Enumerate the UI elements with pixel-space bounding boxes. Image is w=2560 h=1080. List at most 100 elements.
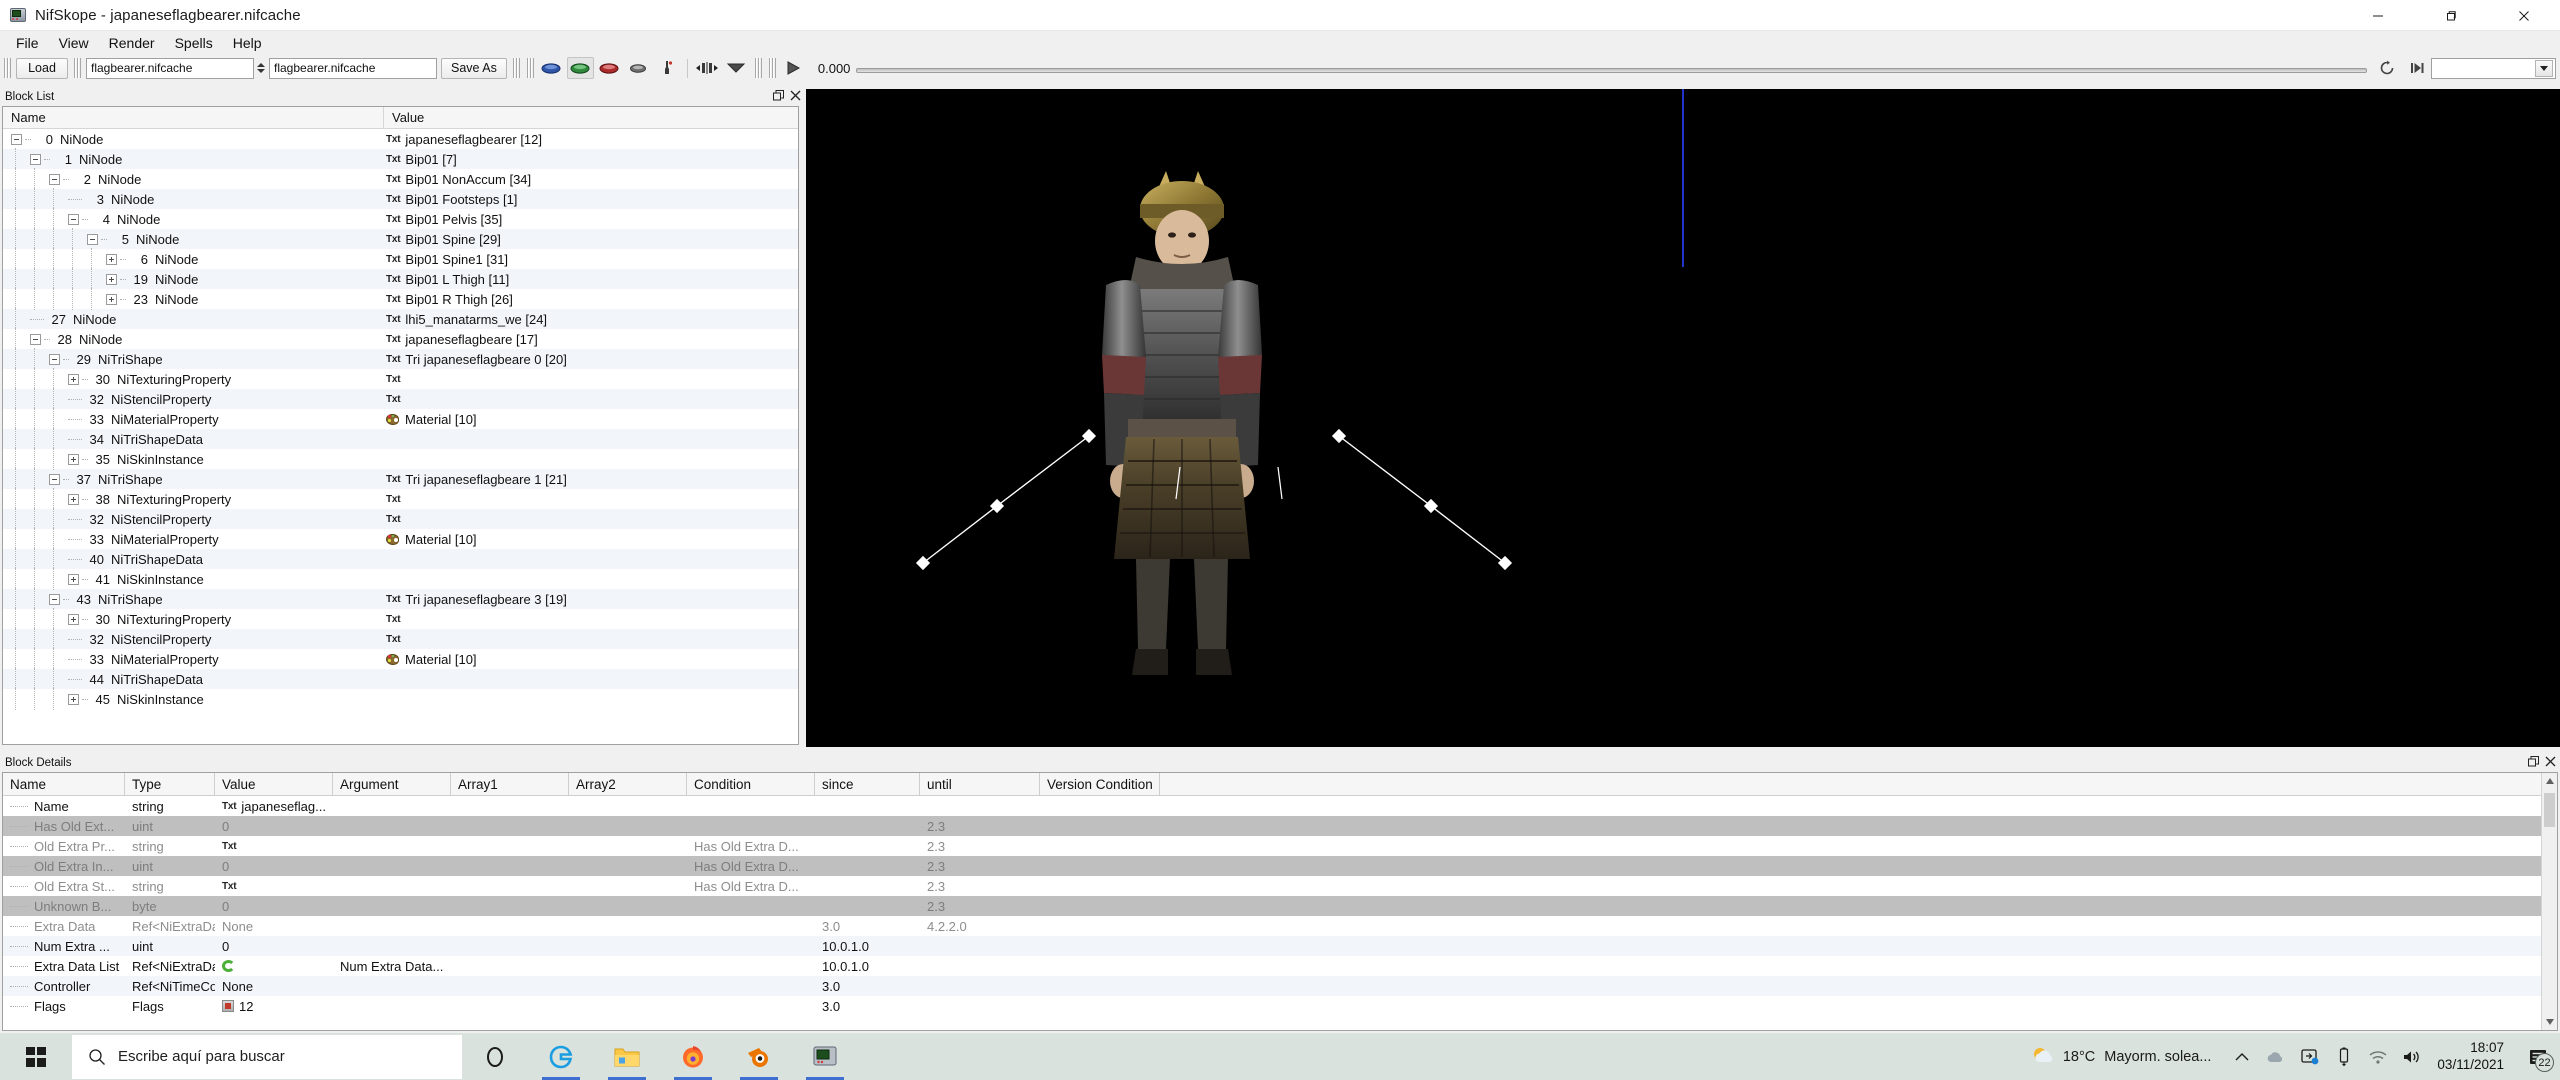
expand-icon[interactable]: [68, 453, 79, 465]
details-row[interactable]: Old Extra St... string Txt Has Old Extra D.…: [3, 876, 2557, 896]
expand-icon[interactable]: [106, 273, 117, 285]
block-list-row[interactable]: 33 NiMaterialProperty Material [10]: [3, 648, 798, 670]
flags-icon[interactable]: [222, 1000, 234, 1012]
block-list-row[interactable]: 35 NiSkinInstance: [3, 448, 798, 470]
block-list-row[interactable]: 33 NiMaterialProperty Material [10]: [3, 408, 798, 430]
block-list-row[interactable]: 32 NiStencilProperty Txt: [3, 508, 798, 530]
block-list-row[interactable]: 32 NiStencilProperty Txt: [3, 388, 798, 410]
cortana-icon[interactable]: [462, 1033, 528, 1080]
scrollbar-thumb[interactable]: [2544, 793, 2555, 827]
refresh-icon[interactable]: [222, 960, 235, 972]
float-panel-icon[interactable]: [773, 90, 784, 101]
volume-icon[interactable]: [2395, 1033, 2429, 1080]
details-col-name[interactable]: Name: [3, 773, 125, 795]
details-row[interactable]: Extra Data Ref<NiExtraDat... None 3.0 4.2.2.…: [3, 916, 2557, 936]
menu-item-view[interactable]: View: [49, 33, 99, 53]
collapse-icon[interactable]: [11, 133, 22, 145]
next-frame-icon[interactable]: [2403, 57, 2430, 79]
collapse-icon[interactable]: [49, 173, 60, 185]
details-row[interactable]: Old Extra In... uint 0 Has Old Extra D... 2.…: [3, 856, 2557, 876]
menu-item-render[interactable]: Render: [99, 33, 165, 53]
toolbar-grip-4[interactable]: [525, 58, 534, 78]
collapse-icon[interactable]: [49, 593, 60, 605]
toolbar-grip-3[interactable]: [511, 58, 520, 78]
expand-icon[interactable]: [68, 573, 79, 585]
details-col-condition[interactable]: Condition: [687, 773, 815, 795]
collapse-icon[interactable]: [49, 353, 60, 365]
block-list-row[interactable]: 28 NiNode Txt japaneseflagbeare [17]: [3, 328, 798, 350]
expand-icon[interactable]: [68, 493, 79, 505]
play-icon[interactable]: [780, 57, 807, 79]
menu-item-help[interactable]: Help: [223, 33, 272, 53]
details-row[interactable]: Num Extra ... uint 0 10.0.1.0: [3, 936, 2557, 956]
move-nodes-icon[interactable]: [694, 57, 721, 79]
details-row[interactable]: Extra Data List Ref<NiExtraDat... Num Extr…: [3, 956, 2557, 976]
expand-icon[interactable]: [68, 693, 79, 705]
block-list-row[interactable]: 38 NiTexturingProperty Txt: [3, 488, 798, 510]
search-input[interactable]: Escribe aquí para buscar: [72, 1034, 462, 1079]
block-list-row[interactable]: 30 NiTexturingProperty Txt: [3, 368, 798, 390]
close-button[interactable]: [2487, 0, 2560, 31]
minimize-button[interactable]: [2341, 0, 2414, 31]
view-grey-icon[interactable]: [625, 57, 652, 79]
maximize-button[interactable]: [2414, 0, 2487, 31]
block-list-row[interactable]: 40 NiTriShapeData: [3, 548, 798, 570]
block-list-row[interactable]: 32 NiStencilProperty Txt: [3, 628, 798, 650]
block-list-row[interactable]: 43 NiTriShape Txt Tri japaneseflagbeare 3 […: [3, 588, 798, 610]
collapse-icon[interactable]: [49, 473, 60, 485]
usb-icon[interactable]: [2327, 1033, 2361, 1080]
taskbar-clock[interactable]: 18:07 03/11/2021: [2429, 1040, 2516, 1074]
toolbar-grip-5[interactable]: [753, 58, 762, 78]
block-list-row[interactable]: 3 NiNode Txt Bip01 Footsteps [1]: [3, 188, 798, 210]
internet-explorer-icon[interactable]: [528, 1033, 594, 1080]
block-list-row[interactable]: 29 NiTriShape Txt Tri japaneseflagbeare 0 […: [3, 348, 798, 370]
col-name[interactable]: Name: [3, 107, 384, 128]
block-list-row[interactable]: 34 NiTriShapeData: [3, 428, 798, 450]
details-row[interactable]: Has Old Ext... uint 0 2.3: [3, 816, 2557, 836]
block-list-row[interactable]: 41 NiSkinInstance: [3, 568, 798, 590]
block-list-row[interactable]: 33 NiMaterialProperty Material [10]: [3, 528, 798, 550]
dest-file-combo[interactable]: flagbearer.nifcache: [269, 57, 437, 79]
block-list-row[interactable]: 6 NiNode Txt Bip01 Spine1 [31]: [3, 248, 798, 270]
share-icon[interactable]: [2293, 1033, 2327, 1080]
wifi-icon[interactable]: [2361, 1033, 2395, 1080]
nifskope-taskbar-icon[interactable]: [792, 1033, 858, 1080]
block-list-row[interactable]: 30 NiTexturingProperty Txt: [3, 608, 798, 630]
close-panel-icon-2[interactable]: [2545, 756, 2556, 767]
expand-icon[interactable]: [68, 373, 79, 385]
toolbar-grip-2[interactable]: [73, 58, 81, 78]
view-red-icon[interactable]: [596, 57, 623, 79]
chevron-up-icon[interactable]: [2225, 1033, 2259, 1080]
details-col-value[interactable]: Value: [215, 773, 333, 795]
details-row[interactable]: Controller Ref<NiTimeCo... None 3.0: [3, 976, 2557, 996]
render-viewport[interactable]: [806, 89, 2560, 747]
details-row[interactable]: Old Extra Pr... string Txt Has Old Extra D.…: [3, 836, 2557, 856]
block-list-row[interactable]: 0 NiNode Txt japaneseflagbearer [12]: [3, 129, 798, 149]
details-row[interactable]: Name string Txt japaneseflag...: [3, 796, 2557, 816]
windows-start-icon[interactable]: [0, 1033, 72, 1080]
block-list-row[interactable]: 23 NiNode Txt Bip01 R Thigh [26]: [3, 288, 798, 310]
expand-icon[interactable]: [106, 253, 117, 265]
block-list-row[interactable]: 4 NiNode Txt Bip01 Pelvis [35]: [3, 208, 798, 230]
weather-widget[interactable]: 18°C Mayorm. solea...: [2016, 1045, 2226, 1069]
block-list-row[interactable]: 44 NiTriShapeData: [3, 668, 798, 690]
collapse-icon[interactable]: [87, 233, 98, 245]
col-value[interactable]: Value: [384, 107, 798, 128]
menu-item-file[interactable]: File: [6, 33, 49, 53]
collapse-icon[interactable]: [30, 333, 41, 345]
float-panel-icon-2[interactable]: [2528, 756, 2539, 767]
file-spinner[interactable]: [257, 58, 266, 79]
blender-icon[interactable]: [726, 1033, 792, 1080]
notifications-icon[interactable]: 22: [2516, 1033, 2560, 1080]
details-col-until[interactable]: until: [920, 773, 1040, 795]
block-list-row[interactable]: 19 NiNode Txt Bip01 L Thigh [11]: [3, 268, 798, 290]
block-list-tree[interactable]: Name Value 0 NiNode Txt japaneseflagbearer …: [2, 106, 799, 745]
chevron-down-icon[interactable]: [723, 57, 750, 79]
source-file-combo[interactable]: flagbearer.nifcache: [86, 57, 254, 79]
block-list-row[interactable]: 37 NiTriShape Txt Tri japaneseflagbeare 1 […: [3, 468, 798, 490]
toolbar-grip[interactable]: [3, 58, 11, 78]
block-list-row[interactable]: 2 NiNode Txt Bip01 NonAccum [34]: [3, 168, 798, 190]
animation-combo[interactable]: [2431, 57, 2556, 79]
animation-time-slider[interactable]: [856, 58, 2367, 79]
collapse-icon[interactable]: [30, 153, 41, 165]
